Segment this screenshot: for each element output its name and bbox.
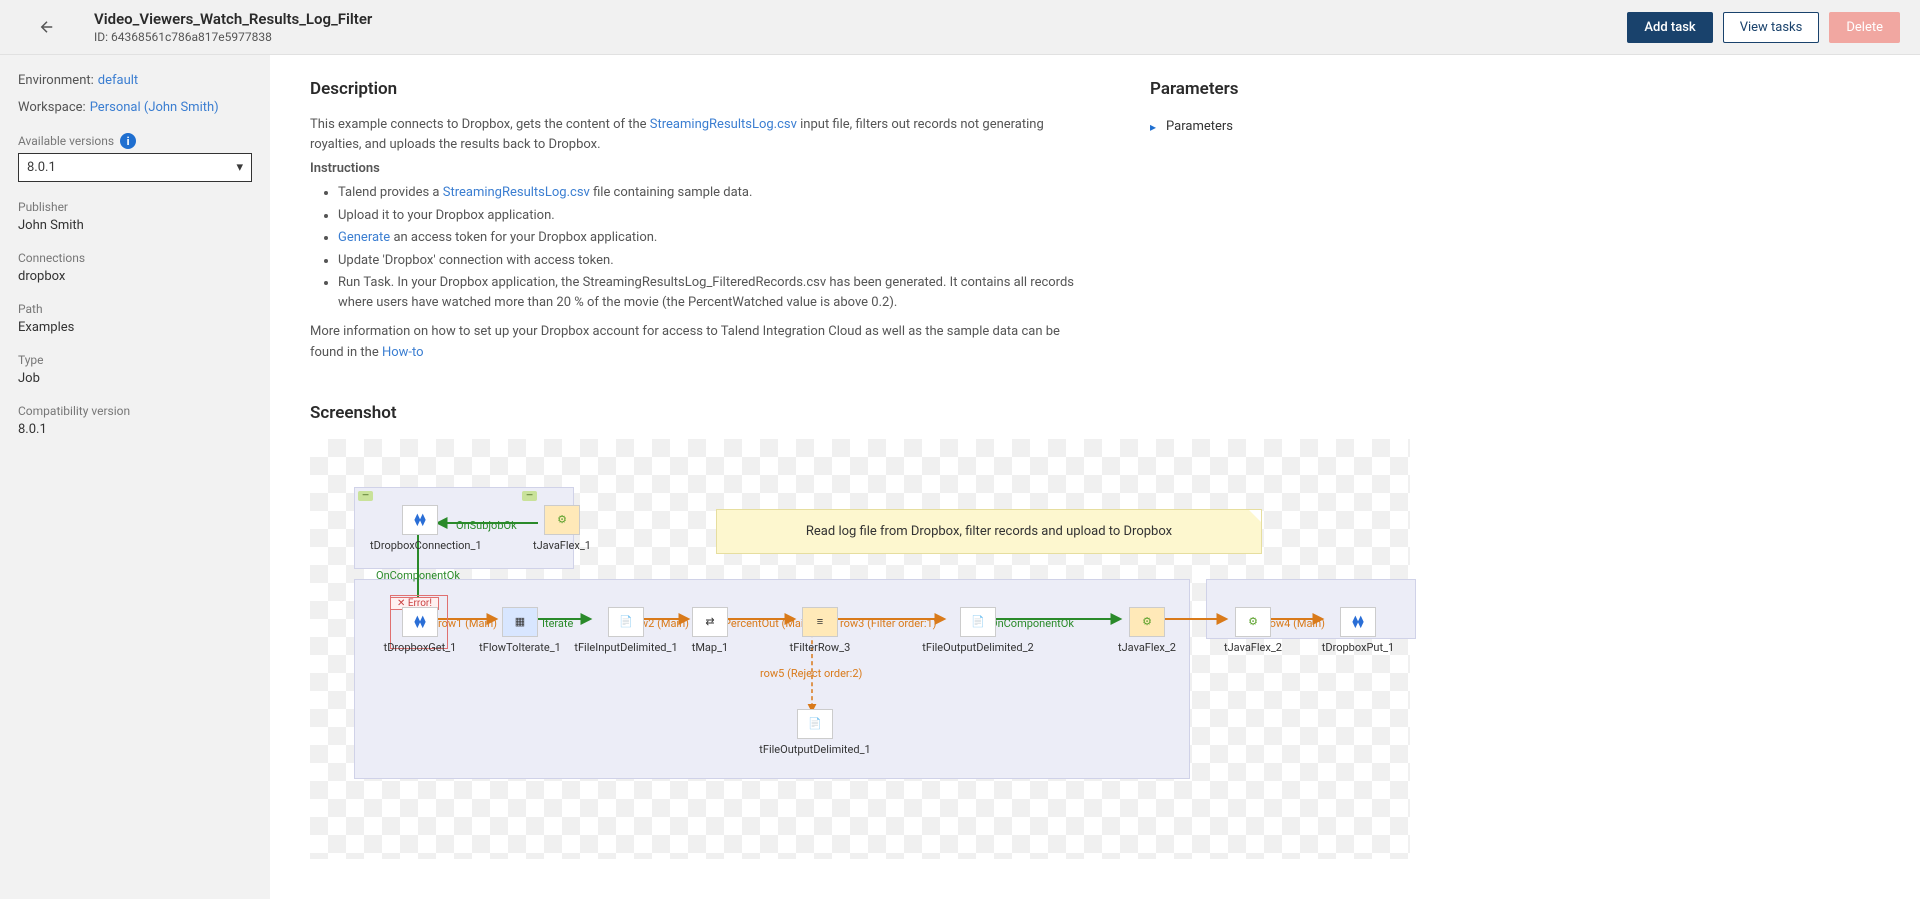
job-diagram: — — Read log file from Dropbox, filter r… [310,439,1410,859]
component-tmap: ⇄ tMap_1 [680,607,740,654]
component-tdropboxput: ⧫⧫ tDropboxPut_1 [1310,607,1406,654]
instructions-label: Instructions [310,159,1090,179]
description-text: This example connects to Dropbox, gets t… [310,115,1090,155]
component-tflowtoiterate: ▦ tFlowToIterate_1 [470,607,570,654]
how-to-link[interactable]: How-to [382,345,424,360]
back-button[interactable] [30,10,64,44]
sample-file-link[interactable]: StreamingResultsLog.csv [443,185,590,200]
environment-label: Environment: [18,73,94,88]
delete-button[interactable]: Delete [1829,12,1900,43]
description-heading: Description [310,79,1090,99]
component-tfileinputdelimited: 📄 tFileInputDelimited_1 [568,607,684,654]
add-task-button[interactable]: Add task [1627,12,1712,43]
flow-label: row5 (Reject order:2) [760,667,862,680]
gear-icon: ⚙ [1142,615,1152,628]
instructions-list: Talend provides a StreamingResultsLog.cs… [310,183,1090,312]
path-value: Examples [18,320,252,335]
compat-label: Compatibility version [18,404,252,418]
workspace-label: Workspace: [18,100,86,115]
workspace-link[interactable]: Personal (John Smith) [90,100,219,115]
arrow-left-icon [38,18,56,36]
component-tfileoutputdelimited1: 📄 tFileOutputDelimited_1 [750,709,880,756]
connections-value: dropbox [18,269,252,284]
type-value: Job [18,371,252,386]
sidebar: Environment: default Workspace: Personal… [0,55,270,899]
component-tdropboxconnection: ⧫⧫ tDropboxConnection_1 [370,505,470,552]
page-header: Video_Viewers_Watch_Results_Log_Filter I… [0,0,1920,55]
component-tjavaflex2: ⚙ tJavaFlex_2 [1112,607,1182,654]
component-tfileoutputdelimited2: 📄 tFileOutputDelimited_2 [910,607,1046,654]
component-tdropboxget: ⧫⧫ tDropboxGet_1 [376,607,464,654]
streaming-results-log-link[interactable]: StreamingResultsLog.csv [650,117,797,132]
generate-link[interactable]: Generate [338,230,390,245]
environment-link[interactable]: default [98,73,138,88]
diagram-note: Read log file from Dropbox, filter recor… [716,509,1262,554]
publisher-value: John Smith [18,218,252,233]
compat-value: 8.0.1 [18,422,252,437]
chevron-right-icon: ▸ [1150,120,1156,134]
main-content: Description This example connects to Dro… [270,55,1920,899]
dropbox-icon: ⧫⧫ [1353,615,1364,628]
title-block: Video_Viewers_Watch_Results_Log_Filter I… [94,10,372,44]
path-label: Path [18,302,252,316]
flow-label: OnComponentOk [376,569,460,582]
page-title: Video_Viewers_Watch_Results_Log_Filter [94,10,372,28]
screenshot-heading: Screenshot [310,403,1880,423]
parameters-heading: Parameters [1150,79,1530,99]
connections-label: Connections [18,251,252,265]
versions-label: Available versions [18,134,114,148]
view-tasks-button[interactable]: View tasks [1723,12,1820,43]
parameters-expand[interactable]: ▸ Parameters [1150,115,1530,138]
instruction-item: Run Task. In your Dropbox application, t… [338,273,1090,312]
instruction-item: Update 'Dropbox' connection with access … [338,251,1090,271]
component-tfilterrow: ≡ tFilterRow_3 [780,607,860,654]
dropbox-icon: ⧫⧫ [415,513,426,526]
panel-tag: — [522,491,537,501]
more-info-text: More information on how to set up your D… [310,322,1090,362]
gear-icon: ⚙ [557,513,567,526]
publisher-label: Publisher [18,200,252,214]
panel-tag: — [358,491,373,501]
version-select[interactable]: 8.0.1 ▾ [18,153,252,182]
instruction-item: Upload it to your Dropbox application. [338,206,1090,226]
component-tjavaflex: ⚙ tJavaFlex_1 [532,505,592,552]
instruction-item: Talend provides a StreamingResultsLog.cs… [338,183,1090,203]
chevron-down-icon: ▾ [236,160,243,175]
instruction-item: Generate an access token for your Dropbo… [338,228,1090,248]
dropbox-icon: ⧫⧫ [415,615,426,628]
info-icon[interactable]: i [120,133,136,149]
artifact-id: ID: 64368561c786a817e5977838 [94,30,372,44]
type-label: Type [18,353,252,367]
component-tjavaflex2-label: ⚙ tJavaFlex_2 [1220,607,1286,654]
gear-icon: ⚙ [1248,615,1258,628]
